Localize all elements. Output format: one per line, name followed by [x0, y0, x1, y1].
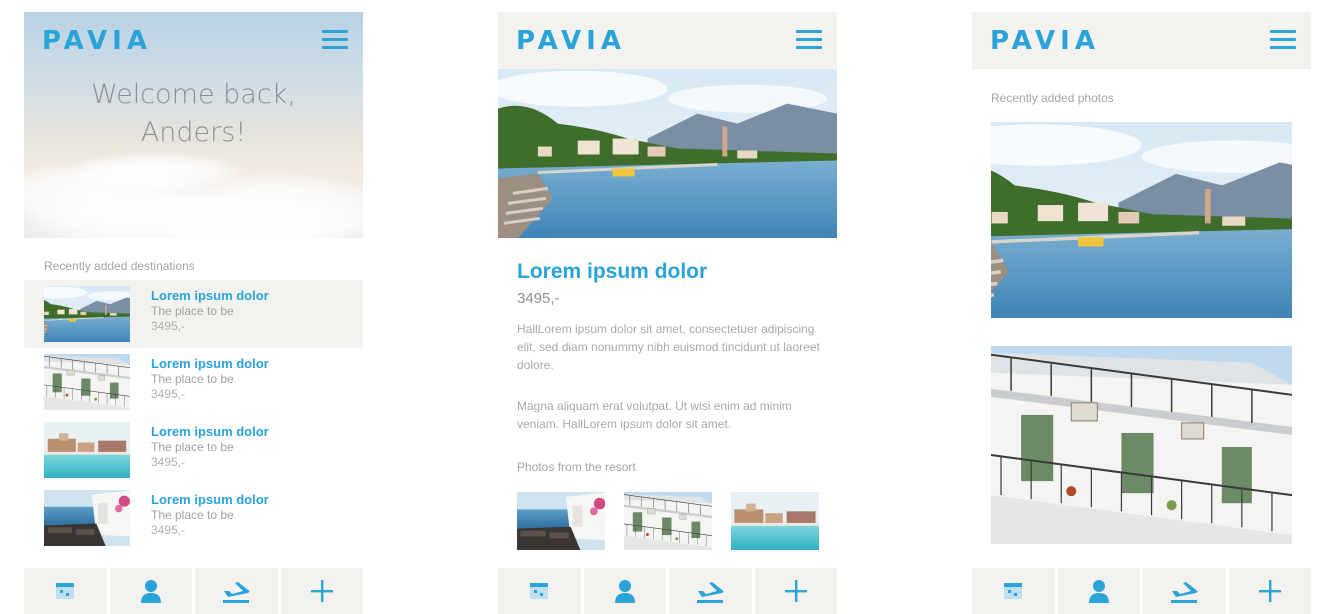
- destination-detail-screen: PAVIA Lorem ipsum dolor 3495,- HallLorem…: [498, 12, 837, 614]
- destination-thumbnail: [44, 422, 130, 478]
- welcome-hero: PAVIA Welcome back, Anders!: [24, 12, 363, 238]
- calendar-icon: [56, 583, 75, 599]
- nav-calendar-button[interactable]: [498, 568, 581, 614]
- home-screen: PAVIA Welcome back, Anders! Recently add…: [24, 12, 363, 614]
- hamburger-menu-icon[interactable]: [322, 30, 348, 50]
- resort-photo-thumbnail[interactable]: [624, 492, 712, 550]
- destination-price: 3495,-: [151, 387, 186, 401]
- description-paragraph: HallLorem ipsum dolor sit amet, consecte…: [517, 322, 820, 372]
- nav-calendar-button[interactable]: [24, 568, 107, 614]
- destination-price: 3495,-: [517, 290, 560, 307]
- destination-subtitle: The place to be: [151, 440, 234, 454]
- recent-photos-screen: PAVIA Recently added photos: [972, 12, 1311, 614]
- nav-profile-button[interactable]: [583, 568, 666, 614]
- list-item[interactable]: Lorem ipsum dolor The place to be 3495,-: [24, 348, 363, 416]
- destination-list: Lorem ipsum dolor The place to be 3495,-…: [24, 280, 363, 552]
- list-item[interactable]: Lorem ipsum dolor The place to be 3495,-: [24, 484, 363, 552]
- calendar-icon: [530, 583, 549, 599]
- nav-calendar-button[interactable]: [972, 568, 1055, 614]
- user-icon: [614, 580, 635, 603]
- photo-card[interactable]: [991, 346, 1292, 544]
- calendar-icon: [1004, 583, 1023, 599]
- destination-subtitle: The place to be: [151, 304, 234, 318]
- plus-icon: [310, 580, 333, 602]
- destination-subtitle: The place to be: [151, 508, 234, 522]
- nav-flights-button[interactable]: [195, 568, 278, 614]
- nav-flights-button[interactable]: [669, 568, 752, 614]
- nav-add-button[interactable]: [1228, 568, 1311, 614]
- destination-title: Lorem ipsum dolor: [151, 492, 269, 507]
- hamburger-menu-icon[interactable]: [796, 30, 822, 50]
- destination-price: 3495,-: [151, 455, 186, 469]
- pavia-logo[interactable]: PAVIA: [42, 26, 152, 56]
- nav-flights-button[interactable]: [1143, 568, 1226, 614]
- photo-card[interactable]: [991, 122, 1292, 318]
- welcome-line-1: Welcome back,: [91, 79, 296, 110]
- bottom-nav: [972, 568, 1311, 614]
- destination-thumbnail: [44, 490, 130, 546]
- destination-title: Lorem ipsum dolor: [151, 356, 269, 371]
- plus-icon: [1258, 580, 1281, 602]
- app-header: PAVIA: [498, 12, 837, 69]
- plane-icon: [1171, 582, 1198, 603]
- welcome-message: Welcome back, Anders!: [24, 76, 363, 152]
- plane-icon: [223, 582, 250, 603]
- destination-title: Lorem ipsum dolor: [151, 288, 269, 303]
- bottom-nav: [24, 568, 363, 614]
- nav-profile-button[interactable]: [1057, 568, 1140, 614]
- destination-title: Lorem ipsum dolor: [151, 424, 269, 439]
- list-item[interactable]: Lorem ipsum dolor The place to be 3495,-: [24, 416, 363, 484]
- destination-hero-photo: [498, 69, 837, 238]
- destination-thumbnail: [44, 286, 130, 342]
- bottom-nav: [498, 568, 837, 614]
- welcome-user-name: Anders!: [140, 117, 247, 148]
- plus-icon: [784, 580, 807, 602]
- section-label-resort-photos: Photos from the resort: [517, 460, 636, 474]
- nav-add-button[interactable]: [280, 568, 363, 614]
- app-header: PAVIA: [24, 12, 363, 69]
- destination-thumbnail: [44, 354, 130, 410]
- hamburger-menu-icon[interactable]: [1270, 30, 1296, 50]
- section-label-recent-photos: Recently added photos: [991, 91, 1114, 105]
- resort-photo-thumbnail[interactable]: [517, 492, 605, 550]
- nav-profile-button[interactable]: [109, 568, 192, 614]
- destination-price: 3495,-: [151, 319, 186, 333]
- section-label-destinations: Recently added destinations: [44, 259, 195, 273]
- resort-photo-strip: [517, 492, 819, 550]
- user-icon: [1088, 580, 1109, 603]
- destination-subtitle: The place to be: [151, 372, 234, 386]
- app-header: PAVIA: [972, 12, 1311, 69]
- user-icon: [140, 580, 161, 603]
- pavia-logo[interactable]: PAVIA: [990, 26, 1100, 56]
- list-item[interactable]: Lorem ipsum dolor The place to be 3495,-: [24, 280, 363, 348]
- description-paragraph: Magna aliquam erat volutpat. Ut wisi eni…: [517, 399, 792, 431]
- destination-title: Lorem ipsum dolor: [517, 260, 708, 283]
- nav-add-button[interactable]: [754, 568, 837, 614]
- plane-icon: [697, 582, 724, 603]
- resort-photo-thumbnail[interactable]: [731, 492, 819, 550]
- pavia-logo[interactable]: PAVIA: [516, 26, 626, 56]
- destination-price: 3495,-: [151, 523, 186, 537]
